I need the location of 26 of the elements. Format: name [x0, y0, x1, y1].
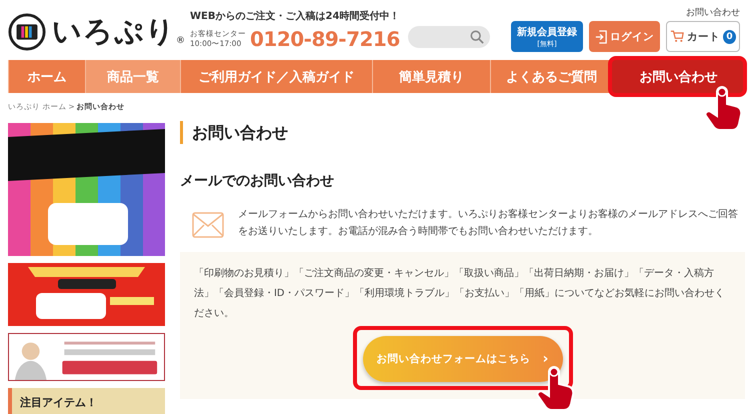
- notice-text: 「印刷物のお見積り」「ご注文商品の変更・キャンセル」「取扱い商品」「出荷日納期・お届け」「データ・入稿方法」「会員登録・ID・パスワード」「利用環境トラブル」「お支払い」「用紙」についてなどお気軽にお問い合わせください。: [194, 266, 726, 321]
- section-heading: メールでのお問い合わせ: [180, 172, 335, 190]
- nav-item[interactable]: 商品一覧: [85, 60, 180, 93]
- page-title: お問い合わせ: [180, 121, 745, 144]
- cart-icon: [670, 30, 684, 43]
- section-title: 注目アイテム！: [8, 388, 165, 414]
- search-icon[interactable]: [470, 30, 484, 44]
- logo-icon[interactable]: [8, 13, 46, 51]
- hand-pointer-icon: [534, 366, 574, 410]
- registered-mark: ®: [176, 36, 185, 46]
- envelope-icon: [192, 212, 224, 238]
- search-field[interactable]: [408, 26, 490, 48]
- order-notice: WEBからのご注文・ご入稿は24時間受付中！: [190, 10, 400, 24]
- intro-text: メールフォームからお問い合わせいただけます。いろぷりお客様センターよりお客様のメールアドレスへご回答をお送りいたします。お電話が混み合う時間帯でもお問い合わせいただけます。: [238, 208, 739, 239]
- login-button[interactable]: ログイン: [589, 21, 660, 52]
- cart-button[interactable]: カート 0: [666, 21, 740, 52]
- login-icon: [595, 30, 607, 44]
- hand-pointer-icon: [703, 86, 743, 130]
- cart-count: 0: [722, 30, 736, 44]
- nav-item[interactable]: お問い合わせ: [612, 60, 745, 93]
- contact-form-button[interactable]: お問い合わせフォームはこちら ›: [362, 336, 562, 382]
- phone-number[interactable]: 0120-89-7216: [250, 27, 400, 51]
- nav-item[interactable]: ご利用ガイド／入稿ガイド: [180, 60, 372, 93]
- nav-item[interactable]: 簡単見積り: [372, 60, 490, 93]
- logo-text[interactable]: いろぷり: [52, 12, 176, 52]
- contact-link[interactable]: お問い合わせ: [686, 6, 740, 19]
